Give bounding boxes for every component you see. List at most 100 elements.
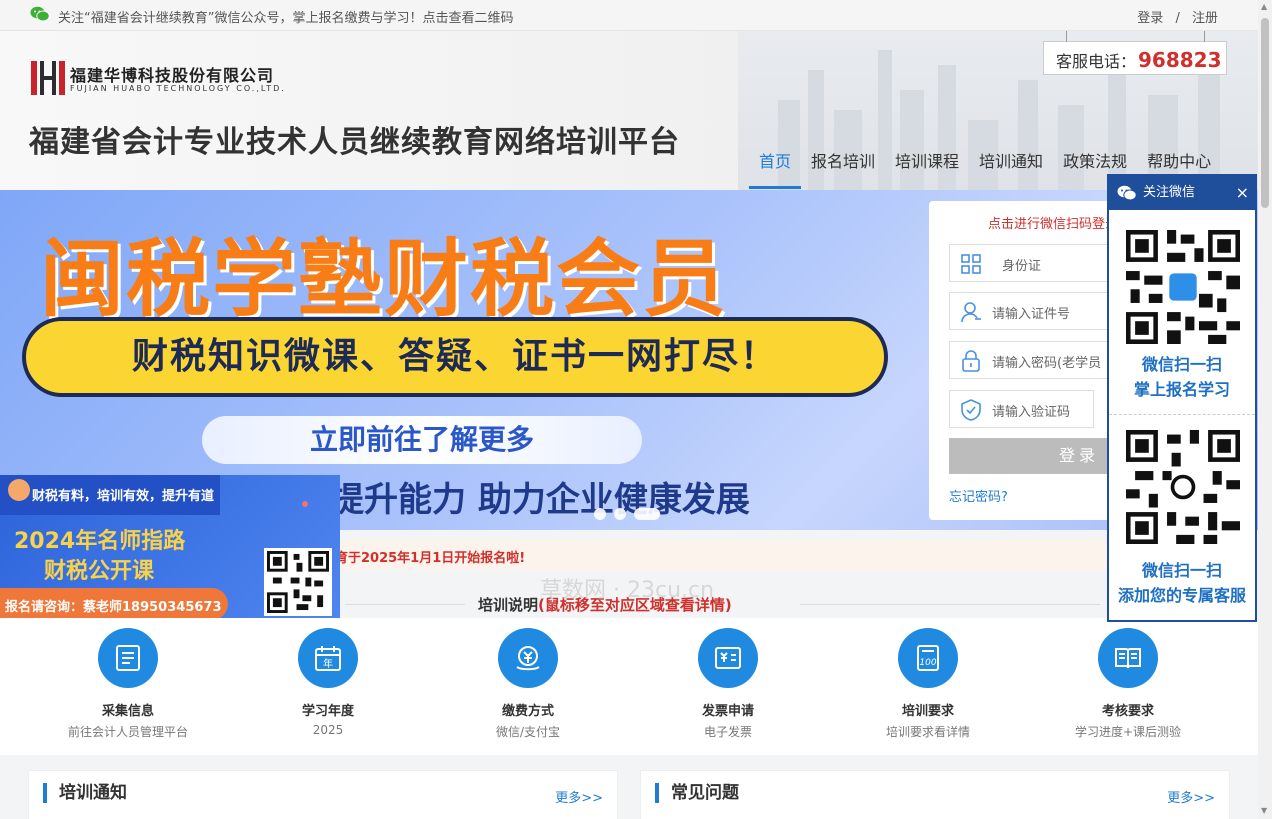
calendar-icon: 年 [315,646,341,671]
wechat-follow-panel: 关注微信 × 微信扫一扫 掌上报名学习 微信扫一扫 添加您的专属客服 [1107,174,1257,622]
score-icon: 100 [917,645,939,671]
wechat-icon [1117,185,1137,201]
nav-home[interactable]: 首页 [749,151,802,189]
carousel-dot-active[interactable] [634,508,660,520]
id-type-value: 身份证 [1002,259,1042,274]
scroll-down-arrow-icon[interactable]: ▼ [1261,806,1267,815]
feature-sub: 学习进度+课后测验 [1074,725,1182,739]
feature-payment[interactable]: 缴费方式 微信/支付宝 [428,628,628,740]
nav-register-training[interactable]: 报名培训 [801,151,885,189]
feature-collect-info[interactable]: 采集信息 前往会计人员管理平台 [28,628,228,740]
promo-pin-icon [302,501,308,507]
invoice-icon [715,647,741,669]
banner-title: 闽税学塾财税会员 [40,230,729,328]
captcha-placeholder: 请输入验证码 [992,405,1071,420]
scrollbar-thumb[interactable] [1261,18,1269,208]
feature-sub: 2025 [312,723,344,737]
user-icon [961,302,981,323]
company-name-en: FUJIAN HUABO TECHNOLOGY CO.,LTD. [70,84,286,93]
feature-invoice[interactable]: 发票申请 电子发票 [628,628,828,740]
section-divider-right [800,604,1100,605]
feature-assessment[interactable]: 考核要求 学习进度+课后测验 [1028,628,1228,740]
hotline-label: 客服电话： [1056,52,1137,71]
feature-training-requirements[interactable]: 100 培训要求 培训要求看详情 [828,628,1028,740]
payment-icon [516,646,540,671]
close-icon[interactable]: × [1236,176,1249,210]
scroll-up-arrow-icon[interactable]: ▲ [1261,2,1267,11]
banner-learn-more-button[interactable]: 立即前往了解更多 [202,416,642,464]
wechat-login-hint[interactable]: 点击进行微信扫码登录 [988,213,1118,232]
feature-sub: 电子发票 [703,725,752,739]
panel-title: 常见问题 [655,783,739,803]
promo-tag: 财税有料，培训有效，提升有道 [0,475,220,515]
training-notice-panel: 培训通知 更多>> [28,770,618,819]
wechat-panel-title: 关注微信 [1143,185,1196,200]
link-separator: / [1175,11,1180,26]
id-type-select[interactable]: 身份证 [949,244,1119,282]
feature-sub: 微信/支付宝 [495,725,561,739]
hotline-box: 客服电话： 968823 [1043,31,1227,75]
shield-check-icon [961,399,981,421]
login-button[interactable]: 登录 [949,438,1119,474]
more-link[interactable]: 更多>> [555,787,603,806]
watermark: 草数网 · 23cu.cn [540,578,715,603]
feature-title: 发票申请 [701,704,754,719]
panel-title: 培训通知 [43,783,127,803]
section-title-text: 培训说明 [478,596,539,614]
qr-caption-line: 微信扫一扫 [1141,355,1222,374]
carousel-dot[interactable] [594,508,606,520]
feature-sub: 培训要求看详情 [885,725,970,739]
captcha-field[interactable]: 请输入验证码 [949,390,1094,428]
site-title: 福建省会计专业技术人员继续教育网络培训平台 [29,125,680,160]
news-ticker[interactable]: 育于2025年1月1日开始报名啦! [220,540,1240,570]
wechat-official-qr-code-icon [1126,230,1240,344]
id-number-field[interactable]: 请输入证件号 [949,292,1119,330]
header: 福建华博科技股份有限公司 FUJIAN HUABO TECHNOLOGY CO.… [0,31,1258,190]
training-features: 采集信息 前往会计人员管理平台 年 学习年度 2025 缴费方式 微信/支付宝 … [0,618,1258,755]
qr-caption-1: 微信扫一扫 掌上报名学习 [1109,352,1255,402]
grid-icon [961,254,981,274]
promo-ball-icon [8,479,30,501]
svg-text:100: 100 [919,658,936,668]
nav-courses[interactable]: 培训课程 [885,151,969,189]
wechat-icon [30,6,50,22]
section-divider-left [345,604,465,605]
company-name: 福建华博科技股份有限公司 [70,66,275,85]
lock-icon [962,350,980,372]
qr-caption-2: 微信扫一扫 添加您的专属客服 [1109,558,1255,608]
feature-sub: 前往会计人员管理平台 [67,725,188,739]
qr-caption-line: 添加您的专属客服 [1117,586,1246,605]
divider [1109,414,1255,415]
top-bar: 关注“福建省会计继续教育”微信公众号，掌上报名缴费与学习！点击查看二维码 登录 … [0,0,1258,31]
wechat-notice-link[interactable]: 关注“福建省会计继续教育”微信公众号，掌上报名缴费与学习！点击查看二维码 [58,7,513,26]
nav-notices[interactable]: 培训通知 [969,151,1053,189]
faq-panel: 常见问题 更多>> [640,770,1230,819]
qr-caption-line: 微信扫一扫 [1141,561,1222,580]
page-scrollbar[interactable]: ▲ ▼ [1258,0,1272,819]
wechat-panel-header: 关注微信 × [1109,176,1255,210]
banner-subtitle: 提升能力 助力企业健康发展 [330,480,750,520]
feature-title: 学习年度 [301,704,354,719]
feature-title: 采集信息 [101,704,154,719]
feature-study-year[interactable]: 年 学习年度 2025 [228,628,428,737]
qr-caption-line: 掌上报名学习 [1133,380,1230,399]
register-link[interactable]: 注册 [1192,11,1218,26]
forgot-password-link[interactable]: 忘记密码? [949,486,1008,505]
more-link[interactable]: 更多>> [1167,787,1215,806]
carousel-dot[interactable] [614,508,626,520]
form-icon [116,645,140,671]
login-link[interactable]: 登录 [1137,11,1163,26]
huabo-logo-icon [31,61,65,95]
promo-line1: 2024年名师指路 [14,529,186,554]
promo-line2: 财税公开课 [44,559,155,584]
svg-text:年: 年 [323,657,333,670]
promo-tag-text: 财税有料，培训有效，提升有道 [32,489,215,504]
hotline-number: 968823 [1138,48,1222,72]
login-form: 点击进行微信扫码登录 身份证 请输入证件号 请输入密码(老学员 请输入验证码 登… [929,201,1119,520]
feature-title: 培训要求 [901,704,954,719]
feature-title: 缴费方式 [501,704,554,719]
carousel-dots [594,508,660,520]
password-field[interactable]: 请输入密码(老学员 [949,341,1119,379]
banner-pill: 财税知识微课、答疑、证书一网打尽！ [22,317,888,397]
customer-service-qr-code-icon [1126,430,1240,544]
